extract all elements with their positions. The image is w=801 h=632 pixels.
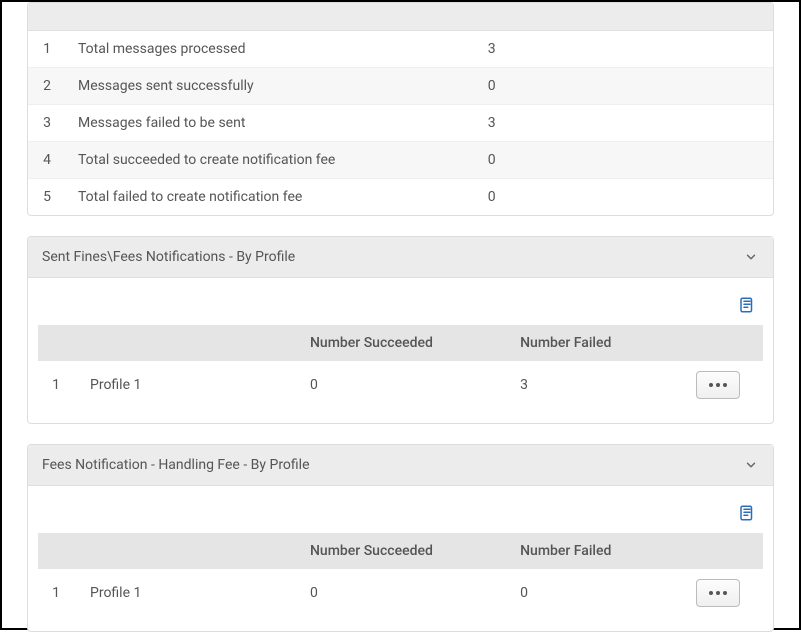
- export-icon[interactable]: [735, 502, 759, 527]
- summary-card-body: 1 Total messages processed 3 2 Messages …: [28, 31, 773, 215]
- row-more-button[interactable]: [696, 371, 740, 399]
- summary-row-value: 0: [476, 179, 773, 216]
- summary-row-label: Messages sent successfully: [66, 68, 476, 105]
- summary-row-index: 4: [28, 142, 66, 179]
- profile-panel: Fees Notification - Handling Fee - By Pr…: [27, 444, 774, 632]
- summary-row-index: 1: [28, 31, 66, 68]
- summary-row: 2 Messages sent successfully 0: [28, 68, 773, 105]
- chevron-down-icon[interactable]: [743, 249, 759, 265]
- col-name: [78, 533, 298, 569]
- row-profile-name: Profile 1: [78, 361, 298, 409]
- summary-card: 1 Total messages processed 3 2 Messages …: [27, 2, 774, 216]
- summary-row-label: Total messages processed: [66, 31, 476, 68]
- row-profile-name: Profile 1: [78, 569, 298, 617]
- summary-row-value: 3: [476, 105, 773, 142]
- row-actions: [673, 361, 763, 409]
- row-succeeded: 0: [298, 361, 508, 409]
- col-failed: Number Failed: [508, 325, 673, 361]
- row-actions: [673, 569, 763, 617]
- table-row: 1 Profile 1 0 3: [38, 361, 763, 409]
- row-more-button[interactable]: [696, 579, 740, 607]
- chevron-down-icon[interactable]: [743, 457, 759, 473]
- row-succeeded: 0: [298, 569, 508, 617]
- col-name: [78, 325, 298, 361]
- summary-row-index: 3: [28, 105, 66, 142]
- panel-title: Fees Notification - Handling Fee - By Pr…: [42, 457, 310, 473]
- summary-row-index: 5: [28, 179, 66, 216]
- row-index: 1: [38, 361, 78, 409]
- col-succeeded: Number Succeeded: [298, 325, 508, 361]
- table-row: 1 Profile 1 0 0: [38, 569, 763, 617]
- summary-row-label: Total failed to create notification fee: [66, 179, 476, 216]
- summary-row-label: Messages failed to be sent: [66, 105, 476, 142]
- profile-table-header-row: Number Succeeded Number Failed: [38, 533, 763, 569]
- summary-row-label: Total succeeded to create notification f…: [66, 142, 476, 179]
- export-icon[interactable]: [735, 294, 759, 319]
- panel-header[interactable]: Fees Notification - Handling Fee - By Pr…: [28, 445, 773, 486]
- summary-card-header: [28, 3, 773, 31]
- row-failed: 3: [508, 361, 673, 409]
- summary-row-value: 0: [476, 68, 773, 105]
- summary-row-value: 3: [476, 31, 773, 68]
- profile-table: Number Succeeded Number Failed 1 Profile…: [38, 325, 763, 409]
- panel-toolbar: [38, 286, 763, 325]
- row-index: 1: [38, 569, 78, 617]
- col-index: [38, 533, 78, 569]
- profile-table-header-row: Number Succeeded Number Failed: [38, 325, 763, 361]
- col-succeeded: Number Succeeded: [298, 533, 508, 569]
- row-failed: 0: [508, 569, 673, 617]
- col-index: [38, 325, 78, 361]
- col-failed: Number Failed: [508, 533, 673, 569]
- summary-row: 5 Total failed to create notification fe…: [28, 179, 773, 216]
- summary-row: 1 Total messages processed 3: [28, 31, 773, 68]
- summary-row-index: 2: [28, 68, 66, 105]
- panel-body: Number Succeeded Number Failed 1 Profile…: [28, 486, 773, 631]
- profile-panel: Sent Fines\Fees Notifications - By Profi…: [27, 236, 774, 424]
- summary-row: 3 Messages failed to be sent 3: [28, 105, 773, 142]
- summary-table: 1 Total messages processed 3 2 Messages …: [28, 31, 773, 215]
- panel-header[interactable]: Sent Fines\Fees Notifications - By Profi…: [28, 237, 773, 278]
- summary-row: 4 Total succeeded to create notification…: [28, 142, 773, 179]
- col-actions: [673, 325, 763, 361]
- profile-table: Number Succeeded Number Failed 1 Profile…: [38, 533, 763, 617]
- panel-body: Number Succeeded Number Failed 1 Profile…: [28, 278, 773, 423]
- summary-row-value: 0: [476, 142, 773, 179]
- col-actions: [673, 533, 763, 569]
- panel-title: Sent Fines\Fees Notifications - By Profi…: [42, 249, 295, 265]
- panel-toolbar: [38, 494, 763, 533]
